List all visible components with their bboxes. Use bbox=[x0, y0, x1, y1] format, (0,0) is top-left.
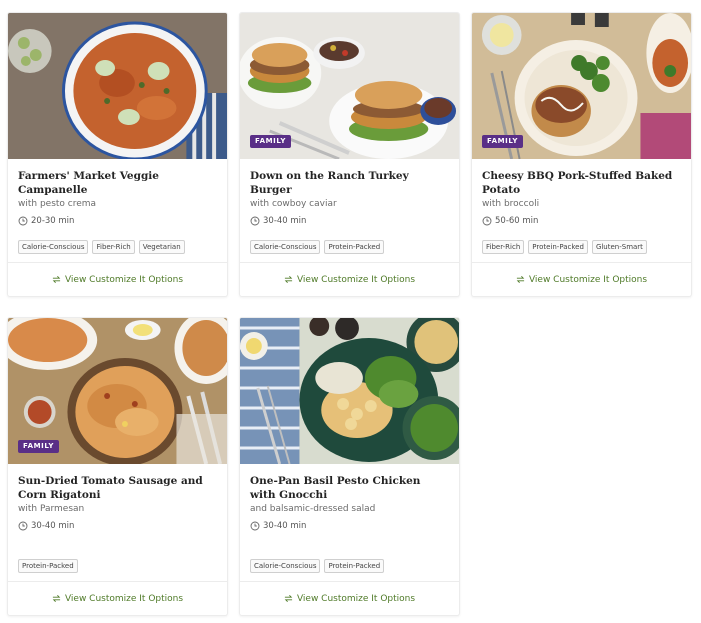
recipe-title[interactable]: One-Pan Basil Pesto Chicken with Gnocchi bbox=[250, 474, 449, 502]
cook-time: 30-40 min bbox=[18, 521, 217, 531]
clock-icon bbox=[250, 216, 260, 226]
tag: Calorie-Conscious bbox=[250, 559, 321, 573]
recipe-subtitle: with broccoli bbox=[482, 199, 540, 209]
tag-list: Protein-Packed bbox=[18, 559, 78, 573]
tag-list: Fiber-Rich Protein-Packed Gluten-Smart bbox=[482, 240, 647, 254]
customize-options-link[interactable]: View Customize It Options bbox=[240, 262, 459, 296]
cook-time-value: 20-30 min bbox=[31, 216, 75, 226]
cook-time: 20-30 min bbox=[18, 216, 217, 226]
customize-options-label: View Customize It Options bbox=[528, 274, 648, 285]
swap-icon bbox=[284, 595, 293, 602]
swap-icon bbox=[284, 276, 293, 283]
customize-options-label: View Customize It Options bbox=[64, 274, 184, 285]
customize-options-link[interactable]: View Customize It Options bbox=[8, 581, 227, 615]
recipe-image[interactable]: FAMILY bbox=[8, 318, 227, 464]
tag-list: Calorie-Conscious Protein-Packed bbox=[250, 559, 385, 573]
recipe-image[interactable]: FAMILY bbox=[472, 13, 691, 159]
tag-list: Calorie-Conscious Protein-Packed bbox=[250, 240, 385, 254]
recipe-subtitle: with cowboy caviar bbox=[250, 199, 337, 209]
tag: Calorie-Conscious bbox=[18, 240, 89, 254]
cook-time: 30-40 min bbox=[250, 216, 449, 226]
clock-icon bbox=[18, 216, 28, 226]
cook-time: 50-60 min bbox=[482, 216, 681, 226]
tag: Gluten-Smart bbox=[591, 240, 647, 254]
recipe-image[interactable] bbox=[240, 318, 459, 464]
swap-icon bbox=[516, 276, 525, 283]
recipe-title[interactable]: Cheesy BBQ Pork-Stuffed Baked Potato bbox=[482, 169, 681, 197]
recipe-subtitle: with pesto crema bbox=[18, 199, 97, 209]
recipe-subtitle: with Parmesan bbox=[18, 504, 85, 514]
recipe-image[interactable]: FAMILY bbox=[240, 13, 459, 159]
recipe-image[interactable] bbox=[8, 13, 227, 159]
recipe-card[interactable]: FAMILY Sun-Dried Tomato Sausage and Corn… bbox=[7, 317, 228, 616]
tag: Protein-Packed bbox=[324, 240, 385, 254]
recipe-card[interactable]: FAMILY Down on the Ranch Turkey Burger w… bbox=[239, 12, 460, 297]
customize-options-label: View Customize It Options bbox=[296, 274, 416, 285]
tag: Fiber-Rich bbox=[482, 240, 525, 254]
cook-time: 30-40 min bbox=[250, 521, 449, 531]
family-badge: FAMILY bbox=[18, 440, 60, 453]
cook-time-value: 50-60 min bbox=[495, 216, 539, 226]
tag-list: Calorie-Conscious Fiber-Rich Vegetarian bbox=[18, 240, 185, 254]
recipe-card[interactable]: Farmers' Market Veggie Campanelle with p… bbox=[7, 12, 228, 297]
family-badge: FAMILY bbox=[482, 135, 524, 148]
clock-icon bbox=[18, 521, 28, 531]
tag: Protein-Packed bbox=[18, 559, 78, 573]
family-badge: FAMILY bbox=[250, 135, 292, 148]
tag: Protein-Packed bbox=[324, 559, 385, 573]
tag: Calorie-Conscious bbox=[250, 240, 321, 254]
tag: Protein-Packed bbox=[528, 240, 588, 254]
cook-time-value: 30-40 min bbox=[31, 521, 75, 531]
cook-time-value: 30-40 min bbox=[263, 216, 307, 226]
recipe-title[interactable]: Sun-Dried Tomato Sausage and Corn Rigato… bbox=[18, 474, 217, 502]
customize-options-label: View Customize It Options bbox=[296, 593, 416, 604]
swap-icon bbox=[52, 276, 61, 283]
recipe-card[interactable]: FAMILY Cheesy BBQ Pork-Stuffed Baked Pot… bbox=[471, 12, 692, 297]
cook-time-value: 30-40 min bbox=[263, 521, 307, 531]
clock-icon bbox=[250, 521, 260, 531]
tag: Fiber-Rich bbox=[92, 240, 135, 254]
customize-options-label: View Customize It Options bbox=[64, 593, 184, 604]
customize-options-link[interactable]: View Customize It Options bbox=[240, 581, 459, 615]
customize-options-link[interactable]: View Customize It Options bbox=[472, 262, 691, 296]
clock-icon bbox=[482, 216, 492, 226]
customize-options-link[interactable]: View Customize It Options bbox=[8, 262, 227, 296]
tag: Vegetarian bbox=[138, 240, 185, 254]
recipe-card[interactable]: One-Pan Basil Pesto Chicken with Gnocchi… bbox=[239, 317, 460, 616]
recipe-title[interactable]: Farmers' Market Veggie Campanelle bbox=[18, 169, 217, 197]
recipe-subtitle: and balsamic-dressed salad bbox=[250, 504, 376, 514]
recipe-title[interactable]: Down on the Ranch Turkey Burger bbox=[250, 169, 449, 197]
swap-icon bbox=[52, 595, 61, 602]
